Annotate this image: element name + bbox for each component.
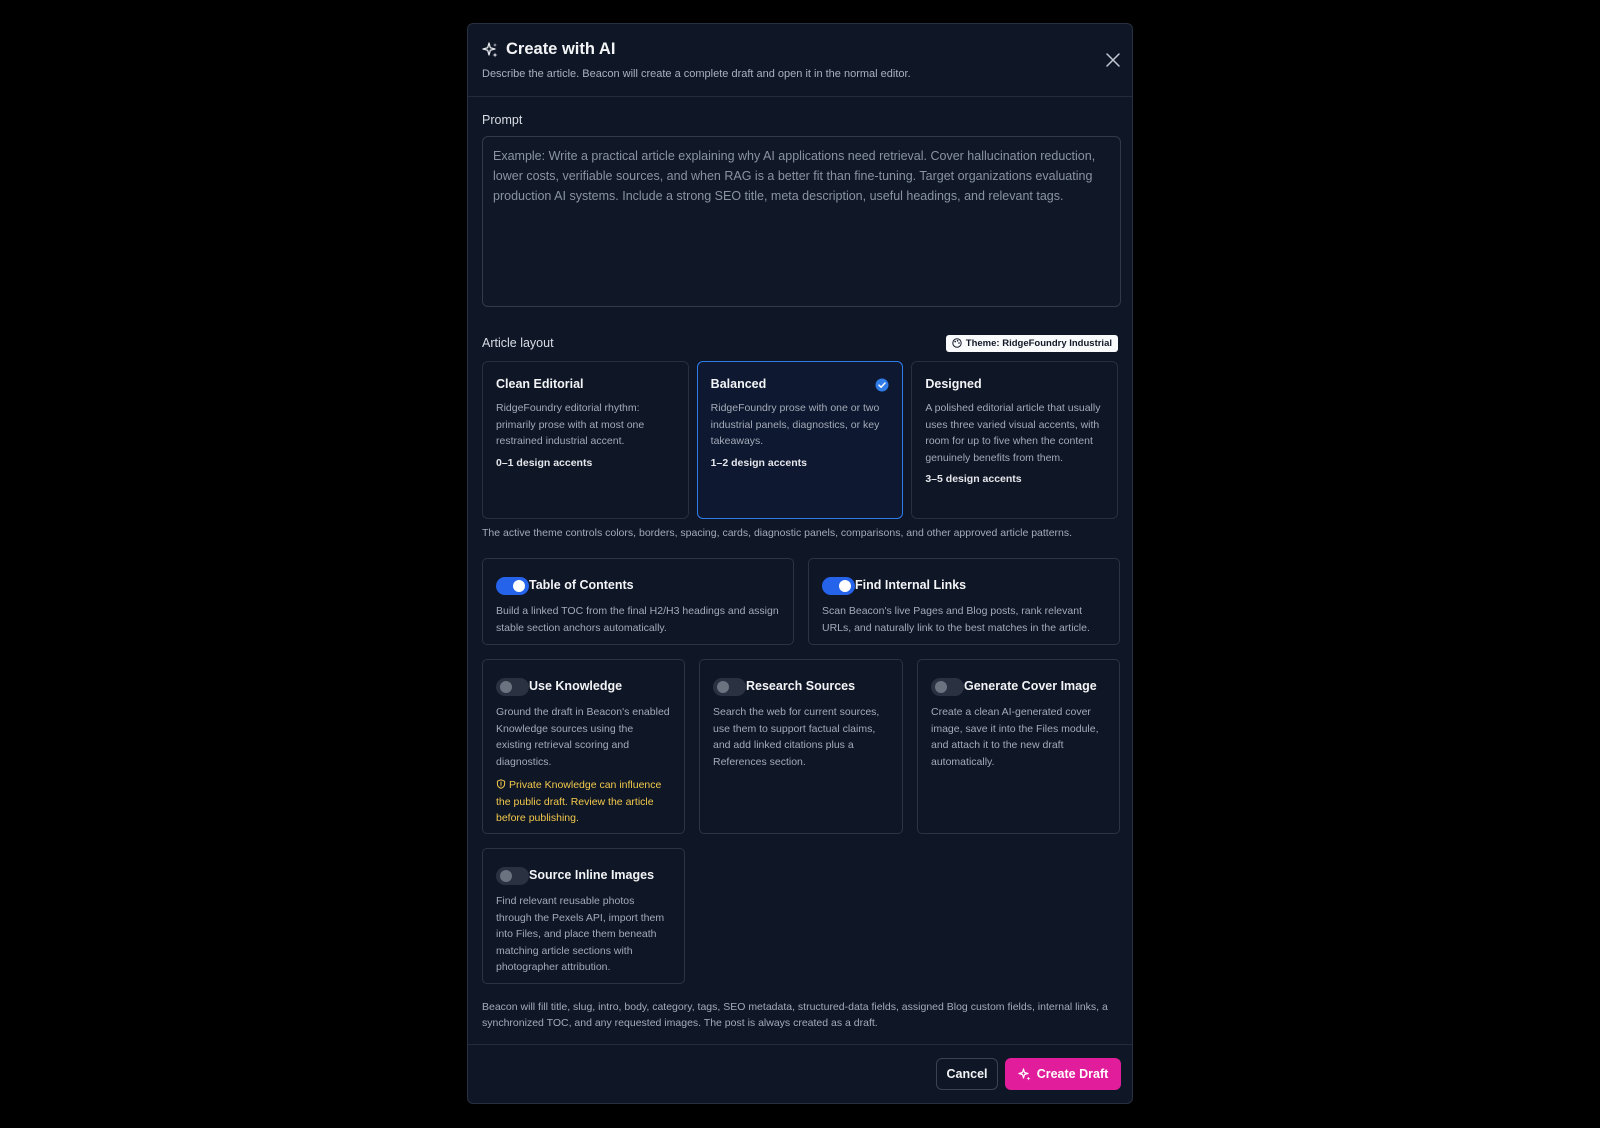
option-description: Create a clean AI-generated cover image,…	[931, 706, 1099, 768]
option-source-inline-images: Source Inline Images Find relevant reusa…	[482, 848, 685, 984]
create-draft-label: Create Draft	[1036, 1067, 1109, 1081]
option-table-of-contents: Table of Contents Build a linked TOC fro…	[482, 558, 794, 645]
option-title: Use Knowledge	[529, 678, 623, 693]
dialog-title: Create with AI	[506, 40, 616, 58]
layout-option-description: A polished editorial article that usuall…	[925, 402, 1101, 464]
research-sources-toggle[interactable]	[713, 678, 746, 696]
dialog-subtitle: Describe the article. Beacon will create…	[482, 68, 911, 80]
layout-option-accents: 3–5 design accents	[925, 473, 1022, 485]
sparkles-icon	[1018, 1067, 1031, 1080]
prompt-input[interactable]	[482, 136, 1121, 307]
close-icon[interactable]	[1104, 51, 1122, 69]
option-description: Ground the draft in Beacon's enabled Kno…	[496, 706, 670, 768]
layout-option-title: Designed	[925, 377, 982, 391]
theme-badge: Theme: RidgeFoundry Industrial	[945, 334, 1118, 352]
palette-icon	[952, 338, 962, 348]
toc-toggle[interactable]	[496, 577, 529, 595]
cancel-button[interactable]: Cancel	[936, 1058, 998, 1090]
option-title: Research Sources	[746, 678, 856, 693]
create-with-ai-dialog: Create with AI Describe the article. Bea…	[467, 23, 1133, 1104]
layout-option-title: Balanced	[710, 377, 767, 391]
layout-option-accents: 1–2 design accents	[710, 456, 807, 469]
layout-option-description: RidgeFoundry prose with one or two indus…	[710, 402, 880, 447]
footer-note: Beacon will fill title, slug, intro, bod…	[482, 1001, 1108, 1029]
check-circle-icon	[875, 378, 889, 392]
dialog-header: Create with AI Describe the article. Bea…	[468, 24, 1132, 97]
option-description: Build a linked TOC from the final H2/H3 …	[496, 605, 779, 634]
shield-icon	[496, 779, 506, 789]
option-find-internal-links: Find Internal Links Scan Beacon's live P…	[808, 558, 1120, 645]
layout-option-designed[interactable]: Designed A polished editorial article th…	[911, 361, 1119, 519]
option-use-knowledge: Use Knowledge Ground the draft in Beacon…	[482, 659, 685, 834]
layout-option-accents: 0–1 design accents	[496, 456, 593, 469]
layout-option-description: RidgeFoundry editorial rhythm: primarily…	[496, 402, 645, 447]
option-description: Scan Beacon's live Pages and Blog posts,…	[822, 605, 1090, 634]
create-draft-button[interactable]: Create Draft	[1005, 1058, 1121, 1090]
prompt-label: Prompt	[482, 113, 523, 127]
sparkles-icon	[482, 41, 498, 57]
theme-note: The active theme controls colors, border…	[482, 527, 1073, 539]
option-title: Generate Cover Image	[964, 678, 1097, 693]
layout-option-title: Clean Editorial	[496, 377, 584, 391]
layout-option-balanced[interactable]: Balanced RidgeFoundry prose with one or …	[696, 361, 904, 519]
article-layout-label: Article layout	[482, 336, 554, 350]
inline-images-toggle[interactable]	[496, 867, 529, 885]
layout-option-clean-editorial[interactable]: Clean Editorial RidgeFoundry editorial r…	[482, 361, 689, 519]
dialog-footer: Cancel Create Draft	[468, 1044, 1132, 1104]
option-description: Find relevant reusable photos through th…	[496, 895, 665, 973]
internal-links-toggle[interactable]	[822, 577, 855, 595]
option-title: Table of Contents	[529, 577, 634, 592]
knowledge-warning-text: Private Knowledge can influence the publ…	[496, 779, 662, 824]
option-title: Source Inline Images	[529, 867, 655, 882]
option-title: Find Internal Links	[855, 577, 967, 592]
cover-image-toggle[interactable]	[931, 678, 964, 696]
use-knowledge-toggle[interactable]	[496, 678, 529, 696]
theme-badge-label: Theme: RidgeFoundry Industrial	[965, 337, 1112, 349]
knowledge-warning: Private Knowledge can influence the publ…	[496, 777, 671, 827]
option-description: Search the web for current sources, use …	[713, 706, 880, 768]
option-research-sources: Research Sources Search the web for curr…	[699, 659, 903, 834]
option-generate-cover-image: Generate Cover Image Create a clean AI-g…	[917, 659, 1120, 834]
